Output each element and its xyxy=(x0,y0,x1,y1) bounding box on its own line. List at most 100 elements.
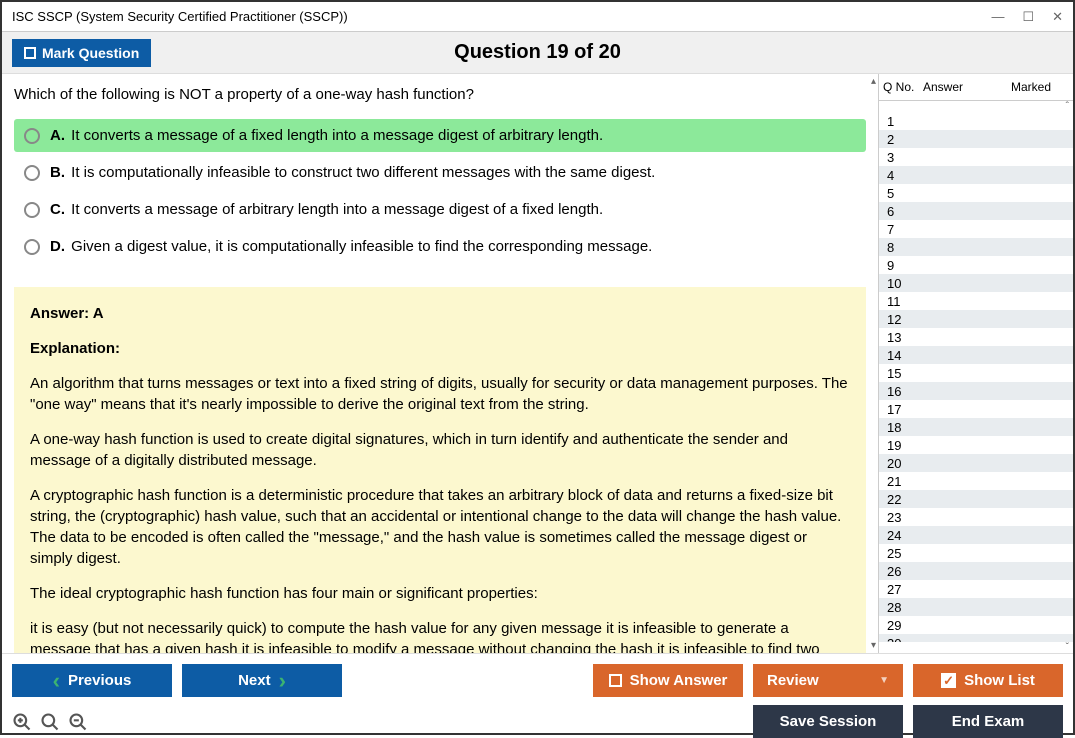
question-list-row[interactable]: 11 xyxy=(879,292,1073,310)
main-area: ▴ Which of the following is NOT a proper… xyxy=(2,74,1073,653)
bottom-bar: Previous Next Show Answer Review ▼ ✓ Sho… xyxy=(2,653,1073,733)
window-controls: — ☐ ✕ xyxy=(991,9,1063,25)
show-list-button[interactable]: ✓ Show List xyxy=(913,664,1063,697)
topbar: Mark Question Question 19 of 20 xyxy=(2,32,1073,74)
review-button[interactable]: Review ▼ xyxy=(753,664,903,697)
question-list-row[interactable]: 29 xyxy=(879,616,1073,634)
app-window: ISC SSCP (System Security Certified Prac… xyxy=(0,0,1075,735)
question-list-row[interactable]: 3 xyxy=(879,148,1073,166)
checkbox-checked-icon: ✓ xyxy=(941,673,956,688)
question-list-row[interactable]: 8 xyxy=(879,238,1073,256)
minimize-icon[interactable]: — xyxy=(991,9,1004,25)
question-list-row[interactable]: 18 xyxy=(879,418,1073,436)
explanation-paragraph: it is easy (but not necessarily quick) t… xyxy=(30,618,850,653)
header-marked: Marked xyxy=(993,80,1069,94)
previous-button[interactable]: Previous xyxy=(12,664,172,697)
list-scroll-down-icon[interactable]: ˇ xyxy=(879,642,1073,653)
question-list-row[interactable]: 1 xyxy=(879,112,1073,130)
question-list-row[interactable]: 15 xyxy=(879,364,1073,382)
question-list-row[interactable]: 4 xyxy=(879,166,1073,184)
question-list-row[interactable]: 20 xyxy=(879,454,1073,472)
choice-text: It is computationally infeasible to cons… xyxy=(71,164,655,181)
close-icon[interactable]: ✕ xyxy=(1052,9,1063,25)
radio-icon xyxy=(24,202,40,218)
question-list-row[interactable]: 26 xyxy=(879,562,1073,580)
choice-text: It converts a message of a fixed length … xyxy=(71,127,603,144)
question-list-row[interactable]: 9 xyxy=(879,256,1073,274)
choice-letter: B. xyxy=(50,164,65,181)
header-qno: Q No. xyxy=(883,80,923,94)
question-list-row[interactable]: 24 xyxy=(879,526,1073,544)
end-exam-button[interactable]: End Exam xyxy=(913,705,1063,738)
question-list-row[interactable]: 22 xyxy=(879,490,1073,508)
question-list-header: Q No. Answer Marked xyxy=(879,74,1073,101)
button-row-1: Previous Next Show Answer Review ▼ ✓ Sho… xyxy=(12,664,1063,697)
zoom-out-icon[interactable] xyxy=(68,712,88,732)
zoom-in-icon[interactable] xyxy=(12,712,32,732)
next-label: Next xyxy=(238,672,271,689)
choice-letter: D. xyxy=(50,238,65,255)
question-list-row[interactable]: 5 xyxy=(879,184,1073,202)
choice-text: It converts a message of arbitrary lengt… xyxy=(71,201,603,218)
question-list-row[interactable]: 27 xyxy=(879,580,1073,598)
titlebar: ISC SSCP (System Security Certified Prac… xyxy=(2,2,1073,32)
explanation-paragraph: The ideal cryptographic hash function ha… xyxy=(30,583,850,604)
checkbox-empty-icon xyxy=(24,47,36,59)
checkbox-empty-icon xyxy=(609,674,622,687)
choice-option[interactable]: A. It converts a message of a fixed leng… xyxy=(14,119,866,152)
question-list-row[interactable]: 28 xyxy=(879,598,1073,616)
question-panel[interactable]: ▴ Which of the following is NOT a proper… xyxy=(2,74,878,653)
question-counter: Question 19 of 20 xyxy=(454,41,621,64)
end-exam-label: End Exam xyxy=(952,713,1025,730)
question-list-row[interactable]: 25 xyxy=(879,544,1073,562)
explanation-paragraph: An algorithm that turns messages or text… xyxy=(30,373,850,415)
question-list-row[interactable]: 17 xyxy=(879,400,1073,418)
question-list-row[interactable]: 19 xyxy=(879,436,1073,454)
explanation-label: Explanation: xyxy=(30,338,850,359)
explanation-paragraph: A one-way hash function is used to creat… xyxy=(30,429,850,471)
button-row-2: Save Session End Exam xyxy=(12,705,1063,738)
question-list-row[interactable]: 13 xyxy=(879,328,1073,346)
choice-option[interactable]: C. It converts a message of arbitrary le… xyxy=(14,193,866,226)
review-label: Review xyxy=(767,672,819,689)
question-list-row[interactable]: 2 xyxy=(879,130,1073,148)
radio-icon xyxy=(24,128,40,144)
question-list[interactable]: 1234567891011121314151617181920212223242… xyxy=(879,112,1073,642)
chevron-down-icon: ▼ xyxy=(879,675,889,686)
question-list-row[interactable]: 12 xyxy=(879,310,1073,328)
choice-letter: C. xyxy=(50,201,65,218)
answer-line: Answer: A xyxy=(30,303,850,324)
question-list-row[interactable]: 7 xyxy=(879,220,1073,238)
scroll-down-icon[interactable]: ▾ xyxy=(871,640,876,651)
choices-list: A. It converts a message of a fixed leng… xyxy=(14,119,866,263)
mark-question-button[interactable]: Mark Question xyxy=(12,39,151,67)
save-session-button[interactable]: Save Session xyxy=(753,705,903,738)
window-title: ISC SSCP (System Security Certified Prac… xyxy=(12,9,348,24)
show-answer-label: Show Answer xyxy=(630,672,728,689)
question-list-row[interactable]: 16 xyxy=(879,382,1073,400)
question-list-row[interactable]: 30 xyxy=(879,634,1073,642)
question-list-row[interactable]: 6 xyxy=(879,202,1073,220)
choice-option[interactable]: B. It is computationally infeasible to c… xyxy=(14,156,866,189)
previous-label: Previous xyxy=(68,672,131,689)
question-list-panel: Q No. Answer Marked ˆ 123456789101112131… xyxy=(878,74,1073,653)
question-text: Which of the following is NOT a property… xyxy=(14,86,866,103)
next-button[interactable]: Next xyxy=(182,664,342,697)
question-list-row[interactable]: 14 xyxy=(879,346,1073,364)
question-list-row[interactable]: 23 xyxy=(879,508,1073,526)
answer-box: Answer: A Explanation: An algorithm that… xyxy=(14,287,866,653)
question-list-row[interactable]: 21 xyxy=(879,472,1073,490)
question-list-row[interactable]: 10 xyxy=(879,274,1073,292)
radio-icon xyxy=(24,165,40,181)
show-answer-button[interactable]: Show Answer xyxy=(593,664,743,697)
scroll-up-icon[interactable]: ▴ xyxy=(871,76,876,87)
choice-option[interactable]: D. Given a digest value, it is computati… xyxy=(14,230,866,263)
choice-letter: A. xyxy=(50,127,65,144)
zoom-reset-icon[interactable] xyxy=(40,712,60,732)
save-session-label: Save Session xyxy=(780,713,877,730)
maximize-icon[interactable]: ☐ xyxy=(1022,9,1034,25)
mark-question-label: Mark Question xyxy=(42,45,139,61)
list-scroll-up-icon[interactable]: ˆ xyxy=(879,101,1073,112)
zoom-controls xyxy=(12,712,88,732)
header-answer: Answer xyxy=(923,80,993,94)
